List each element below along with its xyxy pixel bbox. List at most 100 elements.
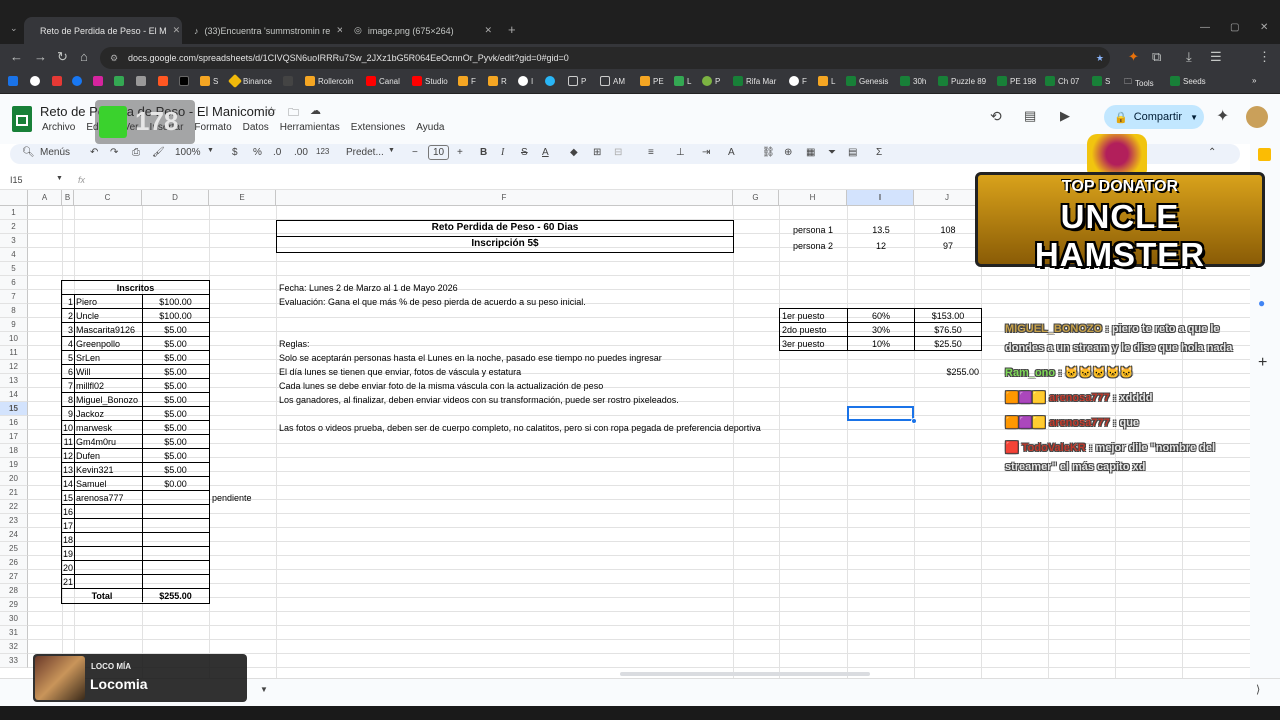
column-header[interactable]: F xyxy=(276,190,733,206)
column-header[interactable]: I xyxy=(847,190,914,206)
history-icon[interactable]: ⟲ xyxy=(990,108,1002,125)
chevron-down-icon[interactable]: ▼ xyxy=(260,685,268,694)
paint-format-icon[interactable]: 🖌︎ xyxy=(152,147,165,158)
bookmark-icon[interactable] xyxy=(136,76,146,86)
bookmark-instagram-icon[interactable] xyxy=(93,76,103,86)
bookmark-facebook-icon[interactable] xyxy=(72,76,82,86)
number-format-button[interactable]: 123 xyxy=(316,147,329,156)
bookmark-icon[interactable] xyxy=(30,76,40,86)
reload-icon[interactable]: ↻ xyxy=(57,49,68,65)
undo-icon[interactable]: ↶ xyxy=(90,147,98,158)
fill-color-icon[interactable]: ◆ xyxy=(570,147,578,158)
star-icon[interactable]: ★ xyxy=(1096,47,1104,69)
increase-decimal-button[interactable]: .00 xyxy=(294,147,308,158)
row-header[interactable]: 23 xyxy=(0,514,28,528)
row-header[interactable]: 2 xyxy=(0,220,28,234)
minimize-icon[interactable]: — xyxy=(1200,22,1210,33)
row-header[interactable]: 28 xyxy=(0,584,28,598)
extension-icon[interactable]: ✦ xyxy=(1128,49,1139,65)
horizontal-scrollbar[interactable] xyxy=(620,672,870,676)
select-all-corner[interactable] xyxy=(0,190,28,206)
bookmark-item[interactable]: P xyxy=(702,76,720,86)
column-header[interactable]: B xyxy=(62,190,74,206)
profile-icon[interactable]: ☰ xyxy=(1210,49,1222,65)
download-icon[interactable]: ⤓ xyxy=(1186,49,1192,65)
rotate-icon[interactable]: A xyxy=(728,147,735,158)
bookmark-item[interactable]: L xyxy=(818,76,835,86)
valign-icon[interactable]: ⊥ xyxy=(676,147,685,158)
bookmark-icon[interactable] xyxy=(52,76,62,86)
row-header[interactable]: 12 xyxy=(0,360,28,374)
row-header[interactable]: 18 xyxy=(0,444,28,458)
text-color-icon[interactable]: A xyxy=(542,147,549,158)
bookmark-apps-icon[interactable] xyxy=(8,76,18,86)
bookmark-item[interactable]: L xyxy=(674,76,691,86)
chevron-down-icon[interactable]: ▼ xyxy=(207,147,214,154)
bookmark-x-icon[interactable] xyxy=(179,76,189,86)
filter-views-icon[interactable]: ▤ xyxy=(848,147,857,158)
tab-search-icon[interactable]: ⌄ xyxy=(10,23,18,34)
bookmark-icon[interactable] xyxy=(114,76,124,86)
menu-ayuda[interactable]: Ayuda xyxy=(416,122,444,133)
bookmark-item[interactable]: F xyxy=(458,76,476,86)
row-header[interactable]: 25 xyxy=(0,542,28,556)
bookmark-item[interactable]: F xyxy=(789,76,807,86)
bookmark-item[interactable]: S xyxy=(200,76,218,86)
row-header[interactable]: 13 xyxy=(0,374,28,388)
menu-extensiones[interactable]: Extensiones xyxy=(351,122,405,133)
site-info-icon[interactable]: ⚙ xyxy=(110,47,118,69)
bookmark-item[interactable]: 30h xyxy=(900,76,926,86)
bookmark-item[interactable]: Rifa Mar xyxy=(733,76,776,86)
row-header[interactable]: 4 xyxy=(0,248,28,262)
menu-datos[interactable]: Datos xyxy=(243,122,269,133)
font-size-plus-icon[interactable]: + xyxy=(457,147,463,158)
menus-search[interactable]: Menús xyxy=(40,147,70,158)
column-header[interactable]: D xyxy=(142,190,209,206)
bookmark-item[interactable]: Binance xyxy=(227,73,272,89)
chevron-down-icon[interactable]: ▼ xyxy=(56,175,63,182)
menu-archivo[interactable]: Archivo xyxy=(42,122,75,133)
column-header[interactable]: A xyxy=(28,190,62,206)
filter-icon[interactable]: ⏷ xyxy=(828,147,836,158)
add-addon-icon[interactable]: + xyxy=(1258,354,1267,372)
column-header[interactable]: G xyxy=(733,190,779,206)
decrease-decimal-button[interactable]: .0 xyxy=(273,147,281,158)
new-tab-icon[interactable]: + xyxy=(508,22,516,37)
tab-image[interactable]: ◎ image.png (675×264) ✕ xyxy=(344,17,502,44)
bookmark-icon[interactable] xyxy=(158,76,168,86)
row-header[interactable]: 8 xyxy=(0,304,28,318)
bookmark-item[interactable]: Ch 07 xyxy=(1045,76,1079,86)
row-header[interactable]: 5 xyxy=(0,262,28,276)
row-header[interactable]: 7 xyxy=(0,290,28,304)
row-header[interactable]: 32 xyxy=(0,640,28,654)
chevron-down-icon[interactable]: ▼ xyxy=(1190,113,1198,122)
bookmark-item[interactable]: PE 198 xyxy=(997,76,1036,86)
window-close-icon[interactable]: ✕ xyxy=(1260,22,1268,33)
row-header[interactable]: 27 xyxy=(0,570,28,584)
maximize-icon[interactable]: ▢ xyxy=(1230,22,1239,33)
bookmark-item[interactable]: Rollercoin xyxy=(305,76,354,86)
bookmark-item[interactable]: S xyxy=(1092,76,1110,86)
row-header[interactable]: 17 xyxy=(0,430,28,444)
menu-formato[interactable]: Formato xyxy=(194,122,231,133)
currency-button[interactable]: $ xyxy=(232,147,238,158)
italic-icon[interactable]: I xyxy=(501,147,504,158)
row-header[interactable]: 15 xyxy=(0,402,28,416)
extensions-puzzle-icon[interactable]: ⧉ xyxy=(1152,49,1161,65)
percent-button[interactable]: % xyxy=(253,147,262,158)
bookmark-icon[interactable] xyxy=(283,76,293,86)
print-icon[interactable]: ⎙ xyxy=(132,147,140,158)
row-header[interactable]: 10 xyxy=(0,332,28,346)
star-icon[interactable]: ☆ xyxy=(266,104,277,118)
borders-icon[interactable]: ⊞ xyxy=(593,147,601,158)
align-icon[interactable]: ≡ xyxy=(648,147,654,158)
row-header[interactable]: 26 xyxy=(0,556,28,570)
font-select[interactable]: Predet... xyxy=(346,147,384,158)
move-icon[interactable]: 🗀 xyxy=(288,104,299,123)
more-bookmarks-icon[interactable]: » xyxy=(1252,76,1256,85)
row-header[interactable]: 22 xyxy=(0,500,28,514)
row-header[interactable]: 19 xyxy=(0,458,28,472)
home-icon[interactable]: ⌂ xyxy=(80,49,88,64)
bookmark-item[interactable]: P xyxy=(568,76,586,86)
row-header[interactable]: 31 xyxy=(0,626,28,640)
